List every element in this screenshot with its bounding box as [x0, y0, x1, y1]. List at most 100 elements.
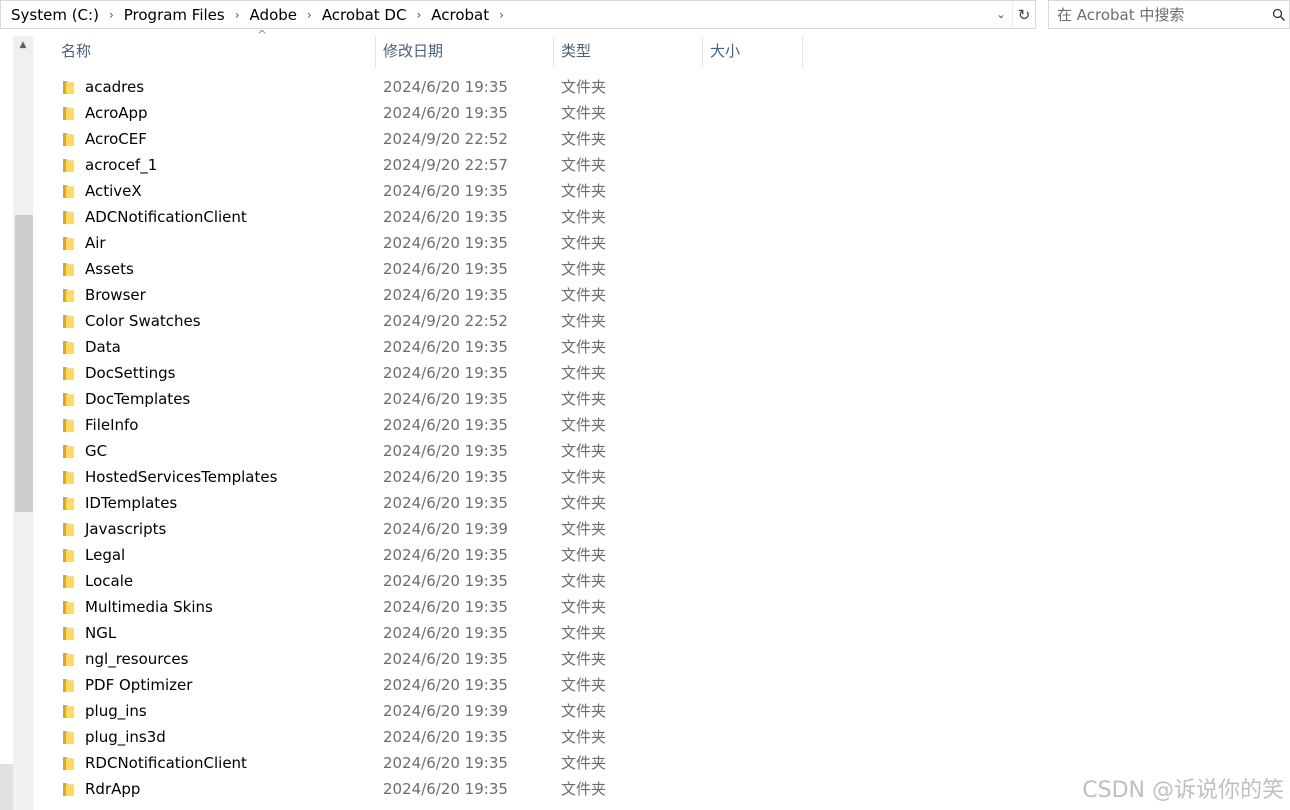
- table-row[interactable]: RDCNotificationClient 2024/6/20 19:35 文件夹: [48, 750, 808, 776]
- table-row[interactable]: RdrApp 2024/6/20 19:35 文件夹: [48, 776, 808, 802]
- table-row[interactable]: Legal 2024/6/20 19:35 文件夹: [48, 542, 808, 568]
- search-icon[interactable]: [1269, 8, 1289, 22]
- table-row[interactable]: plug_ins 2024/6/20 19:39 文件夹: [48, 698, 808, 724]
- address-bar[interactable]: System (C:) › Program Files › Adobe › Ac…: [0, 0, 1036, 29]
- folder-icon: [62, 755, 76, 771]
- file-name[interactable]: Javascripts: [85, 516, 166, 542]
- file-name[interactable]: IDTemplates: [85, 490, 177, 516]
- file-type: 文件夹: [561, 260, 607, 278]
- scroll-up-arrow-icon[interactable]: ▲: [13, 36, 33, 53]
- table-row[interactable]: AcroCEF 2024/9/20 22:52 文件夹: [48, 126, 808, 152]
- table-row[interactable]: PDF Optimizer 2024/6/20 19:35 文件夹: [48, 672, 808, 698]
- file-type: 文件夹: [561, 676, 607, 694]
- chevron-right-icon[interactable]: ›: [229, 8, 246, 22]
- table-row[interactable]: ADCNotificationClient 2024/6/20 19:35 文件夹: [48, 204, 808, 230]
- table-row[interactable]: Assets 2024/6/20 19:35 文件夹: [48, 256, 808, 282]
- table-row[interactable]: Data 2024/6/20 19:35 文件夹: [48, 334, 808, 360]
- folder-icon: [62, 157, 76, 173]
- chevron-right-icon[interactable]: ›: [493, 8, 510, 22]
- table-row[interactable]: DocTemplates 2024/6/20 19:35 文件夹: [48, 386, 808, 412]
- breadcrumb: System (C:) › Program Files › Adobe › Ac…: [1, 1, 990, 28]
- file-name[interactable]: ADCNotificationClient: [85, 204, 247, 230]
- table-row[interactable]: Browser 2024/6/20 19:35 文件夹: [48, 282, 808, 308]
- file-name[interactable]: ngl_resources: [85, 646, 188, 672]
- table-row[interactable]: ActiveX 2024/6/20 19:35 文件夹: [48, 178, 808, 204]
- file-modified-date: 2024/6/20 19:39: [383, 520, 508, 538]
- folder-icon: [62, 417, 76, 433]
- table-row[interactable]: plug_ins3d 2024/6/20 19:35 文件夹: [48, 724, 808, 750]
- file-name[interactable]: Browser: [85, 282, 146, 308]
- file-name[interactable]: Legal: [85, 542, 125, 568]
- table-row[interactable]: AcroApp 2024/6/20 19:35 文件夹: [48, 100, 808, 126]
- column-header-date[interactable]: 修改日期: [376, 36, 554, 68]
- column-header-size[interactable]: 大小: [703, 36, 802, 68]
- file-name[interactable]: Multimedia Skins: [85, 594, 213, 620]
- file-name[interactable]: acadres: [85, 74, 144, 100]
- folder-icon: [62, 131, 76, 147]
- file-modified-date: 2024/6/20 19:35: [383, 78, 508, 96]
- folder-icon: [62, 469, 76, 485]
- file-name[interactable]: AcroApp: [85, 100, 148, 126]
- table-row[interactable]: acrocef_1 2024/9/20 22:57 文件夹: [48, 152, 808, 178]
- chevron-right-icon[interactable]: ›: [410, 8, 427, 22]
- table-row[interactable]: DocSettings 2024/6/20 19:35 文件夹: [48, 360, 808, 386]
- folder-icon: [62, 79, 76, 95]
- scrollbar-thumb[interactable]: [15, 215, 33, 512]
- file-name[interactable]: ActiveX: [85, 178, 142, 204]
- file-name[interactable]: PDF Optimizer: [85, 672, 192, 698]
- file-name[interactable]: DocTemplates: [85, 386, 190, 412]
- table-row[interactable]: GC 2024/6/20 19:35 文件夹: [48, 438, 808, 464]
- file-type: 文件夹: [561, 182, 607, 200]
- file-name[interactable]: HostedServicesTemplates: [85, 464, 277, 490]
- breadcrumb-item-program-files[interactable]: Program Files: [120, 6, 229, 24]
- file-name[interactable]: Assets: [85, 256, 134, 282]
- table-row[interactable]: Air 2024/6/20 19:35 文件夹: [48, 230, 808, 256]
- file-type: 文件夹: [561, 624, 607, 642]
- file-name[interactable]: RDCNotificationClient: [85, 750, 247, 776]
- file-name[interactable]: Locale: [85, 568, 133, 594]
- file-name[interactable]: AcroCEF: [85, 126, 147, 152]
- table-row[interactable]: Multimedia Skins 2024/6/20 19:35 文件夹: [48, 594, 808, 620]
- table-row[interactable]: HostedServicesTemplates 2024/6/20 19:35 文件…: [48, 464, 808, 490]
- file-name[interactable]: NGL: [85, 620, 116, 646]
- file-name[interactable]: RdrApp: [85, 776, 140, 802]
- file-name[interactable]: plug_ins3d: [85, 724, 166, 750]
- table-row[interactable]: IDTemplates 2024/6/20 19:35 文件夹: [48, 490, 808, 516]
- file-name[interactable]: plug_ins: [85, 698, 147, 724]
- chevron-right-icon[interactable]: ›: [301, 8, 318, 22]
- table-row[interactable]: acadres 2024/6/20 19:35 文件夹: [48, 74, 808, 100]
- chevron-down-icon[interactable]: ⌄: [990, 1, 1012, 28]
- breadcrumb-item-adobe[interactable]: Adobe: [246, 6, 301, 24]
- table-row[interactable]: Locale 2024/6/20 19:35 文件夹: [48, 568, 808, 594]
- chevron-right-icon[interactable]: ›: [103, 8, 120, 22]
- folder-icon: [62, 443, 76, 459]
- file-name[interactable]: FileInfo: [85, 412, 139, 438]
- file-type: 文件夹: [561, 702, 607, 720]
- breadcrumb-item-acrobat-dc[interactable]: Acrobat DC: [318, 6, 411, 24]
- file-name[interactable]: acrocef_1: [85, 152, 157, 178]
- file-name[interactable]: Color Swatches: [85, 308, 201, 334]
- search-input[interactable]: [1049, 0, 1269, 29]
- file-name[interactable]: Data: [85, 334, 121, 360]
- file-modified-date: 2024/6/20 19:35: [383, 598, 508, 616]
- file-name[interactable]: GC: [85, 438, 107, 464]
- file-modified-date: 2024/6/20 19:35: [383, 260, 508, 278]
- file-modified-date: 2024/6/20 19:35: [383, 676, 508, 694]
- breadcrumb-item-acrobat[interactable]: Acrobat: [427, 6, 493, 24]
- table-row[interactable]: Javascripts 2024/6/20 19:39 文件夹: [48, 516, 808, 542]
- file-name[interactable]: Air: [85, 230, 106, 256]
- scrollbar-corner: [0, 764, 13, 810]
- breadcrumb-item-system-c[interactable]: System (C:): [7, 6, 103, 24]
- file-name[interactable]: DocSettings: [85, 360, 176, 386]
- column-header-type[interactable]: 类型: [554, 36, 703, 68]
- table-row[interactable]: FileInfo 2024/6/20 19:35 文件夹: [48, 412, 808, 438]
- navigation-pane-scrollbar[interactable]: ▲: [13, 36, 33, 810]
- table-row[interactable]: Color Swatches 2024/9/20 22:52 文件夹: [48, 308, 808, 334]
- table-row[interactable]: NGL 2024/6/20 19:35 文件夹: [48, 620, 808, 646]
- column-header-name[interactable]: 名称: [54, 36, 376, 68]
- file-type: 文件夹: [561, 130, 607, 148]
- column-divider[interactable]: [802, 36, 803, 68]
- folder-icon: [62, 365, 76, 381]
- table-row[interactable]: ngl_resources 2024/6/20 19:35 文件夹: [48, 646, 808, 672]
- refresh-icon[interactable]: ↻: [1012, 1, 1035, 28]
